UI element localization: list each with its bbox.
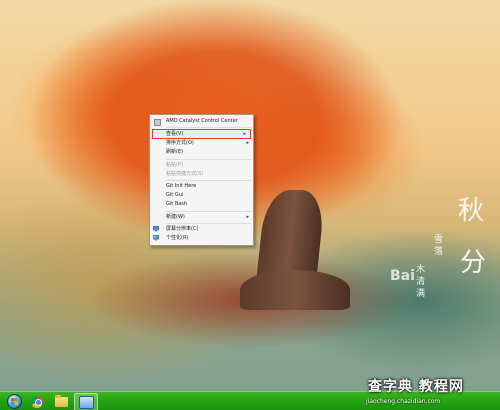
taskbar-chrome-button[interactable]	[26, 393, 48, 410]
calligraphy-char-1: 秋	[458, 196, 485, 226]
desktop-context-menu: AMD Catalyst Control Center 查看(V) ▸ 排序方式…	[149, 114, 254, 247]
submenu-arrow-icon: ▸	[246, 213, 249, 220]
menu-separator	[166, 127, 251, 129]
site-watermark: 查字典 教程网 jiaocheng.chazidian.com	[360, 376, 500, 410]
windows-start-icon	[6, 394, 22, 409]
menu-item-git-bash[interactable]: Git Bash	[150, 200, 253, 209]
menu-item-paste: 粘贴(P)	[150, 161, 253, 170]
menu-item-label: AMD Catalyst Control Center	[166, 118, 238, 124]
menu-item-label: Git Init Here	[166, 182, 197, 189]
menu-item-sort-by[interactable]: 排序方式(O) ▸	[150, 139, 253, 148]
taskbar-app-button[interactable]	[74, 393, 98, 410]
menu-item-label: 屏幕分辨率(C)	[166, 225, 199, 232]
menu-item-paste-shortcut: 粘贴快捷方式(S)	[150, 170, 253, 179]
menu-item-personalize[interactable]: 个性化(R)	[150, 234, 253, 243]
menu-item-amd-catalyst[interactable]: AMD Catalyst Control Center	[150, 117, 253, 126]
menu-item-label: 排序方式(O)	[166, 140, 194, 147]
display-icon	[153, 226, 159, 232]
calligraphy-char-2: 分	[460, 248, 487, 278]
menu-separator	[166, 222, 251, 224]
menu-item-screen-resolution[interactable]: 屏幕分辨率(C)	[150, 225, 253, 234]
folder-icon	[54, 394, 68, 407]
calligraphy-text: 秋 分 雪 落 木 清 满	[416, 190, 500, 310]
menu-item-label: 新建(W)	[166, 213, 185, 220]
menu-item-git-gui[interactable]: Git Gui	[150, 191, 253, 200]
calligraphy-small-2: 落	[434, 247, 444, 257]
menu-item-label: 个性化(R)	[166, 234, 189, 241]
desktop-screen: 秋 分 雪 落 木 清 满 Bai AMD Catalyst Control C…	[0, 0, 500, 410]
chrome-icon	[31, 395, 43, 408]
watermark-logo: 查字典 教程网	[368, 379, 464, 395]
taskbar-explorer-button[interactable]	[50, 393, 72, 410]
menu-item-label: Git Gui	[166, 192, 184, 199]
calligraphy-small-5: 满	[416, 289, 426, 299]
personalize-icon	[153, 235, 159, 241]
menu-item-refresh[interactable]: 刷新(E)	[150, 148, 253, 157]
baidu-watermark: Bai	[390, 268, 415, 284]
menu-item-label: 粘贴(P)	[166, 161, 183, 168]
menu-item-label: 查看(V)	[166, 131, 184, 138]
menu-separator	[166, 210, 251, 212]
amd-icon	[154, 119, 161, 126]
start-button[interactable]	[3, 393, 25, 410]
menu-item-new[interactable]: 新建(W) ▸	[150, 213, 253, 222]
watermark-url: jiaocheng.chazidian.com	[366, 398, 441, 405]
menu-separator	[166, 179, 251, 181]
menu-item-label: Git Bash	[166, 201, 188, 208]
app-window-icon	[78, 396, 94, 409]
menu-item-label: 刷新(E)	[166, 149, 184, 156]
submenu-arrow-icon: ▸	[243, 131, 246, 138]
menu-item-view[interactable]: 查看(V) ▸	[152, 129, 251, 140]
menu-item-label: 粘贴快捷方式(S)	[166, 170, 204, 177]
submenu-arrow-icon: ▸	[246, 140, 249, 147]
menu-item-git-init-here[interactable]: Git Init Here	[150, 182, 253, 191]
menu-separator	[166, 158, 251, 160]
